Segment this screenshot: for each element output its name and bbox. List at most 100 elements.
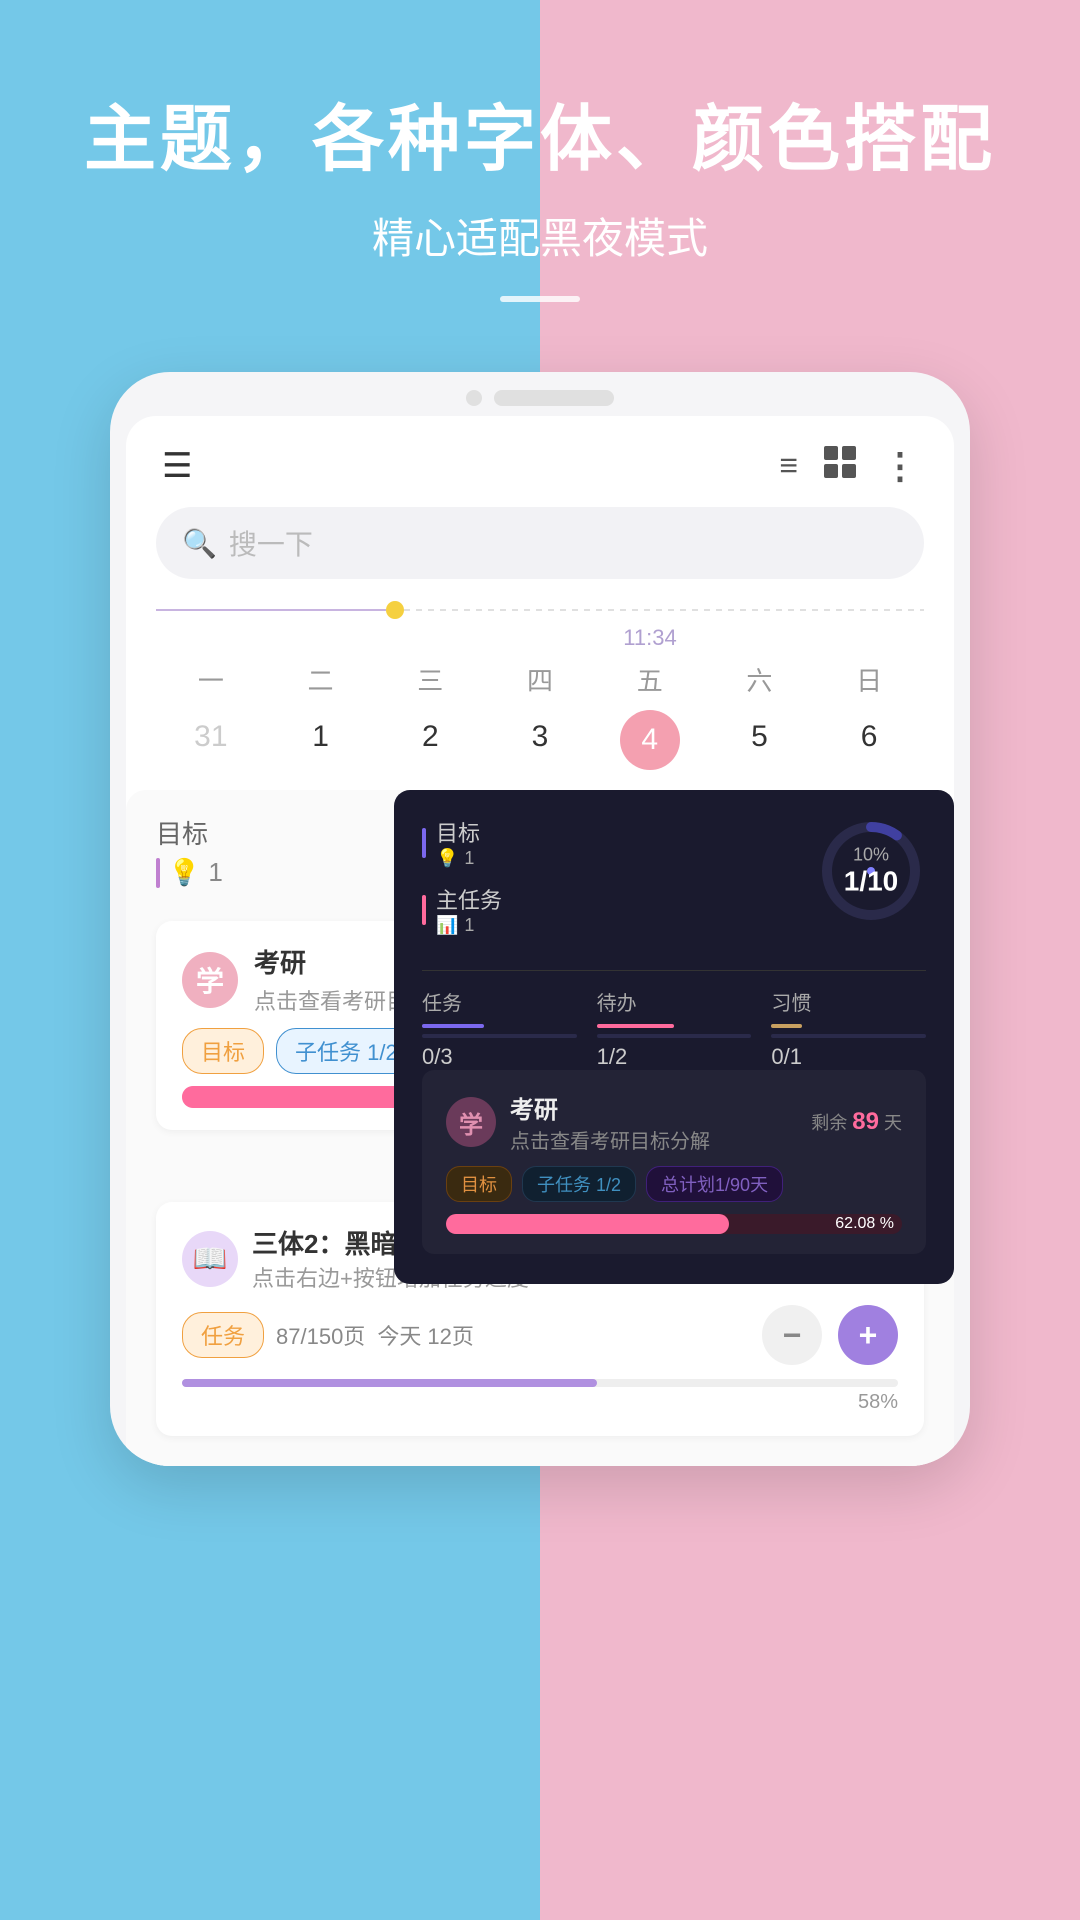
goal-icon: 💡 <box>168 857 200 888</box>
stats-section: 目标 💡 1 主任务 <box>126 790 954 1170</box>
weekday-mon: 一 <box>156 661 266 698</box>
search-icon: 🔍 <box>182 527 217 560</box>
dark-goal-area: 目标 💡 1 <box>436 816 480 869</box>
dark-task-progress-fill <box>446 1214 729 1234</box>
dark-task-progress-row: 62.08 % <box>446 1214 902 1234</box>
dark-task-avatar: 学 <box>446 1097 496 1147</box>
dark-main-task-area: 主任务 📊 1 <box>436 883 502 936</box>
header-section: 主题，各种字体、颜色搭配 精心适配黑夜模式 <box>0 0 1080 342</box>
dark-task-label: 任务 <box>422 987 577 1016</box>
dark-habit-stat: 习惯 0/1 <box>771 987 926 1070</box>
book-avatar: 📖 <box>182 1231 238 1287</box>
stat-goal-count: 1 <box>208 857 222 888</box>
dark-goal-icon-row: 💡 1 <box>436 848 480 869</box>
dark-pending-label: 待办 <box>597 987 752 1016</box>
dark-tag-target[interactable]: 目标 <box>446 1166 512 1202</box>
dark-task-progress-label: 62.08 % <box>835 1214 894 1234</box>
date-31[interactable]: 31 <box>156 710 266 770</box>
week-header: 一 二 三 四 五 六 日 <box>156 661 924 698</box>
phone-camera-dot <box>466 390 482 406</box>
weekday-sat: 六 <box>705 661 815 698</box>
dark-task-card[interactable]: 学 考研 点击查看考研目标分解 剩余 89 天 <box>422 1070 926 1254</box>
dark-main-task-icon: 📊 <box>436 915 458 936</box>
stat-goal-icon-row: 💡 1 <box>156 857 384 888</box>
topbar-right: ≡ ⋮ <box>779 444 918 487</box>
dark-tag-plan[interactable]: 总计划1/90天 <box>646 1166 783 1202</box>
dark-stat-goal: 目标 💡 1 <box>422 816 816 869</box>
dark-task-value: 0/3 <box>422 1044 577 1070</box>
dark-habit-bar-bg <box>771 1034 926 1038</box>
grid-view-icon[interactable] <box>822 444 858 487</box>
dark-task-title: 考研 <box>510 1090 797 1125</box>
header-subtitle: 精心适配黑夜模式 <box>0 205 1080 266</box>
app-topbar: ☰ ≡ ⋮ <box>126 416 954 497</box>
search-bar[interactable]: 🔍 搜一下 <box>156 507 924 579</box>
book-progress-label: 58% <box>182 1391 898 1414</box>
week-dates: 31 1 2 3 4 5 6 <box>156 710 924 770</box>
dark-main-task-bar <box>422 895 426 925</box>
dark-task-bar-fill <box>422 1024 484 1028</box>
dark-overlay: 目标 💡 1 <box>394 790 954 1284</box>
search-placeholder: 搜一下 <box>229 523 313 563</box>
dark-main-task-icon-row: 📊 1 <box>436 915 502 936</box>
date-3[interactable]: 3 <box>485 710 595 770</box>
app-inner: ☰ ≡ ⋮ <box>126 416 954 1466</box>
dark-days-badge: 剩余 89 天 <box>811 1108 902 1136</box>
book-today-pages: 今天 12页 <box>377 1319 474 1351</box>
dark-stat-main-task: 主任务 📊 1 <box>422 883 816 936</box>
date-4-today[interactable]: 4 <box>620 710 680 770</box>
dark-days-num: 89 <box>852 1108 879 1135</box>
dark-task-tags: 目标 子任务 1/2 总计划1/90天 <box>446 1166 902 1202</box>
dark-stats-top: 目标 💡 1 <box>422 816 926 950</box>
dark-tag-subtask[interactable]: 子任务 1/2 <box>522 1166 636 1202</box>
timeline-left-line <box>156 609 386 611</box>
timeline-right-line <box>404 609 924 611</box>
timeline-time: 11:34 <box>376 625 924 651</box>
list-view-icon[interactable]: ≡ <box>779 447 798 484</box>
header-divider <box>500 296 580 302</box>
dark-pending-stat: 待办 1/2 <box>597 987 752 1070</box>
dark-pending-bar-fill <box>597 1024 674 1028</box>
weekday-tue: 二 <box>266 661 376 698</box>
ring-value: 1/10 <box>844 866 899 898</box>
weekday-sun: 日 <box>814 661 924 698</box>
dark-pending-bar-bg <box>597 1034 752 1038</box>
stat-goal: 目标 💡 1 <box>156 814 384 897</box>
phone-top-bar <box>110 372 970 416</box>
date-5[interactable]: 5 <box>705 710 815 770</box>
book-progress-bar-wrap <box>182 1379 898 1387</box>
book-tag-type[interactable]: 任务 <box>182 1312 264 1358</box>
ring-chart: 10% 1/10 <box>816 816 926 926</box>
dark-task-sub: 点击查看考研目标分解 <box>510 1125 797 1154</box>
plus-button[interactable]: + <box>838 1305 898 1365</box>
dark-goal-icon: 💡 <box>436 848 458 869</box>
more-icon[interactable]: ⋮ <box>882 445 918 487</box>
phone-speaker <box>494 390 614 406</box>
calendar-section: 一 二 三 四 五 六 日 31 1 2 3 4 5 <box>126 661 954 790</box>
dark-habit-value: 0/1 <box>771 1044 926 1070</box>
date-1[interactable]: 1 <box>266 710 376 770</box>
tag-target-light[interactable]: 目标 <box>182 1028 264 1074</box>
goal-bar-indicator <box>156 858 160 888</box>
ring-center: 10% 1/10 <box>844 845 899 898</box>
book-progress-fill <box>182 1379 597 1387</box>
dark-habit-label: 习惯 <box>771 987 926 1016</box>
minus-button[interactable]: − <box>762 1305 822 1365</box>
dark-main-task-count: 1 <box>464 915 474 936</box>
hamburger-icon[interactable]: ☰ <box>162 446 192 486</box>
date-6[interactable]: 6 <box>814 710 924 770</box>
dark-task-stat: 任务 0/3 <box>422 987 577 1070</box>
timeline-dot[interactable] <box>386 601 404 619</box>
task-avatar-light: 学 <box>182 952 238 1008</box>
background: 主题，各种字体、颜色搭配 精心适配黑夜模式 ☰ ≡ <box>0 0 1080 1920</box>
dark-days-label: 剩余 <box>811 1113 847 1133</box>
date-2[interactable]: 2 <box>375 710 485 770</box>
weekday-wed: 三 <box>375 661 485 698</box>
header-title: 主题，各种字体、颜色搭配 <box>0 80 1080 185</box>
stat-goal-label: 目标 <box>156 814 384 851</box>
dark-task-header: 学 考研 点击查看考研目标分解 剩余 89 天 <box>446 1090 902 1154</box>
dark-left-stats: 目标 💡 1 <box>422 816 816 950</box>
dark-habit-bar-fill <box>771 1024 802 1028</box>
dark-goal-bar <box>422 828 426 858</box>
book-tags: 任务 87/150页 今天 12页 − + <box>182 1305 898 1365</box>
